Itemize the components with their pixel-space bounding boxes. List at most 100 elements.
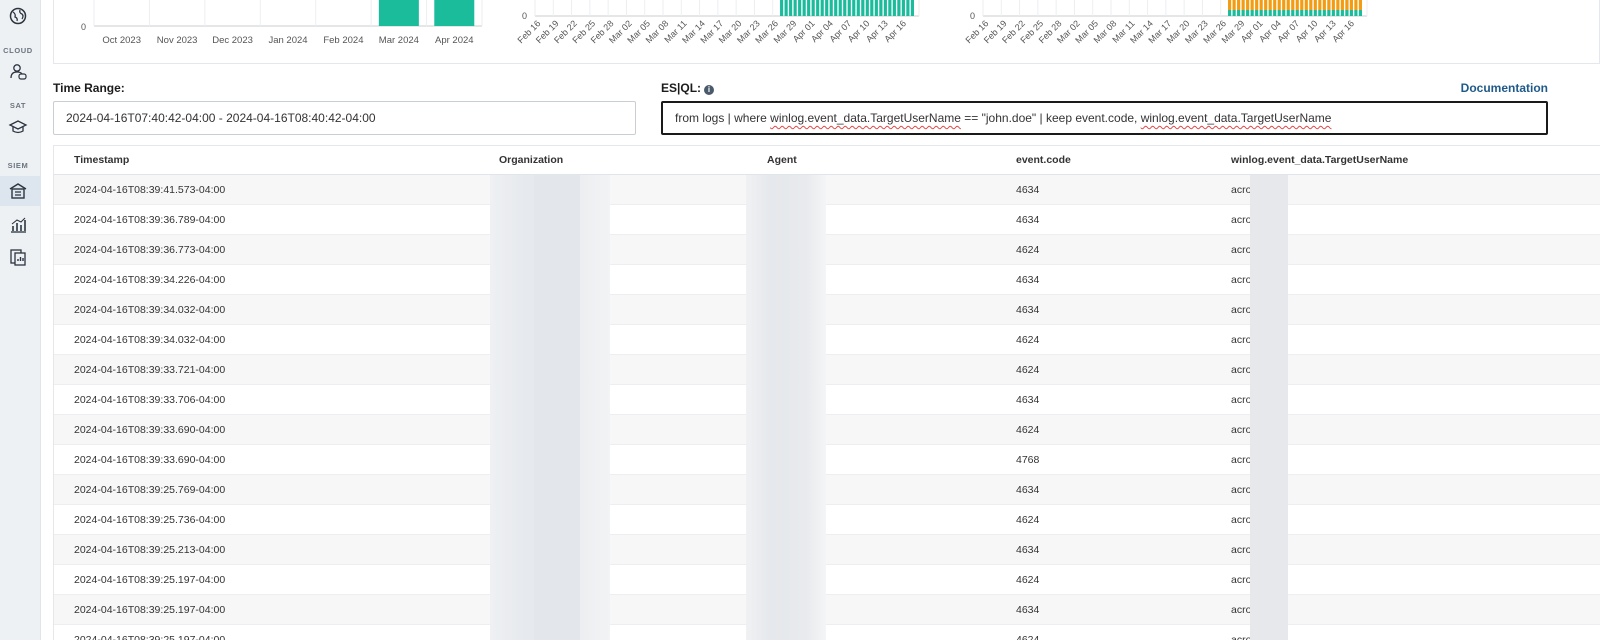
bar-segment — [1246, 0, 1250, 10]
column-header-event-code[interactable]: event.code — [1016, 154, 1071, 166]
cell-event-code: 4768 — [1016, 454, 1040, 466]
redacted-user — [1250, 205, 1288, 235]
redacted-agent — [746, 355, 826, 385]
redacted-organization-core — [534, 235, 580, 265]
chart-icon[interactable] — [7, 214, 29, 236]
redacted-organization-core — [534, 175, 580, 205]
cell-target-user: acro — [1231, 484, 1252, 496]
cell-event-code: 4634 — [1016, 544, 1040, 556]
bar-segment — [1318, 0, 1322, 10]
bar — [784, 0, 788, 16]
table-row[interactable]: 2024-04-16T08:39:36.773-04:00 4624 acro — [54, 235, 1600, 265]
reports-icon[interactable] — [7, 246, 29, 268]
building-icon[interactable] — [7, 180, 29, 202]
bar — [798, 0, 802, 16]
cell-timestamp: 2024-04-16T08:39:34.032-04:00 — [74, 334, 226, 346]
x-tick-label: Oct 2023 — [102, 35, 141, 46]
redacted-user — [1250, 535, 1288, 565]
cell-target-user: acro — [1231, 514, 1252, 526]
bar — [811, 0, 815, 16]
bar — [793, 0, 797, 16]
bar-segment — [1273, 0, 1277, 10]
table-row[interactable]: 2024-04-16T08:39:36.789-04:00 4634 acro — [54, 205, 1600, 235]
bar — [865, 0, 869, 16]
redacted-organization-core — [534, 385, 580, 415]
column-header-agent[interactable]: Agent — [767, 154, 797, 166]
charts-strip: 0 Oct 2023 Nov 2023 Dec 2023 Jan 2024 Feb 202… — [53, 0, 1600, 64]
redacted-organization-core — [534, 355, 580, 385]
cell-target-user: acro — [1231, 394, 1252, 406]
bar-segment — [1277, 10, 1281, 16]
table-row[interactable]: 2024-04-16T08:39:41.573-04:00 4634 acro — [54, 175, 1600, 205]
table-row[interactable]: 2024-04-16T08:39:25.197-04:00 4634 acro — [54, 595, 1600, 625]
bar-segment — [1259, 0, 1263, 10]
redacted-agent — [746, 175, 826, 205]
table-row[interactable]: 2024-04-16T08:39:33.690-04:00 4624 acro — [54, 415, 1600, 445]
x-tick-label: Nov 2023 — [157, 35, 198, 46]
bar-segment — [1255, 10, 1259, 16]
redacted-agent — [746, 565, 826, 595]
bar-segment — [1291, 0, 1295, 10]
bar-segment — [1241, 0, 1245, 10]
column-header-target-user-name[interactable]: winlog.event_data.TargetUserName — [1231, 154, 1408, 166]
cell-event-code: 4634 — [1016, 304, 1040, 316]
table-row[interactable]: 2024-04-16T08:39:25.769-04:00 4634 acro — [54, 475, 1600, 505]
cell-target-user: acro — [1231, 244, 1252, 256]
table-row[interactable]: 2024-04-16T08:39:33.690-04:00 4768 acro — [54, 445, 1600, 475]
cell-target-user: acro — [1231, 274, 1252, 286]
cell-target-user: acro — [1231, 214, 1252, 226]
cell-timestamp: 2024-04-16T08:39:25.769-04:00 — [74, 484, 226, 496]
table-row[interactable]: 2024-04-16T08:39:33.706-04:00 4634 acro — [54, 385, 1600, 415]
daily-events-by-type-chart: 0Feb 16Feb 19Feb 22Feb 25Feb 28Mar 02Mar… — [964, 0, 1368, 45]
info-icon[interactable]: i — [704, 85, 715, 95]
table-row[interactable]: 2024-04-16T08:39:25.197-04:00 4624 acro — [54, 625, 1600, 640]
column-header-organization[interactable]: Organization — [499, 154, 563, 166]
query-part-3: == "john.doe" | keep event.code, — [960, 111, 1141, 125]
bar-segment — [1237, 0, 1241, 10]
redacted-user — [1250, 265, 1288, 295]
cell-event-code: 4634 — [1016, 484, 1040, 496]
cloud-users-icon[interactable] — [7, 60, 29, 82]
bar-segment — [1304, 10, 1308, 16]
table-row[interactable]: 2024-04-16T08:39:34.032-04:00 4624 acro — [54, 325, 1600, 355]
globe-icon[interactable] — [7, 5, 29, 27]
sidebar-section-siem: SIEM — [7, 161, 29, 170]
y-tick-label: 0 — [522, 11, 527, 21]
redacted-user — [1250, 595, 1288, 625]
table-row[interactable]: 2024-04-16T08:39:25.197-04:00 4624 acro — [54, 565, 1600, 595]
bar — [906, 0, 910, 16]
bar-segment — [1228, 0, 1232, 10]
redacted-user — [1250, 505, 1288, 535]
bar — [888, 0, 892, 16]
cell-timestamp: 2024-04-16T08:39:33.721-04:00 — [74, 364, 226, 376]
table-row[interactable]: 2024-04-16T08:39:33.721-04:00 4624 acro — [54, 355, 1600, 385]
table-row[interactable]: 2024-04-16T08:39:25.736-04:00 4624 acro — [54, 505, 1600, 535]
esql-query-input[interactable]: from logs | where winlog.event_data.Targ… — [661, 101, 1548, 135]
bar — [892, 0, 896, 16]
cell-event-code: 4624 — [1016, 424, 1040, 436]
table-row[interactable]: 2024-04-16T08:39:34.226-04:00 4634 acro — [54, 265, 1600, 295]
bar-segment — [1282, 10, 1286, 16]
bar — [847, 0, 851, 16]
cell-target-user: acro — [1231, 184, 1252, 196]
column-header-timestamp[interactable]: Timestamp — [74, 154, 129, 166]
cell-timestamp: 2024-04-16T08:39:25.197-04:00 — [74, 634, 226, 640]
documentation-link[interactable]: Documentation — [1461, 81, 1548, 95]
bar-segment — [1255, 0, 1259, 10]
table-row[interactable]: 2024-04-16T08:39:34.032-04:00 4634 acro — [54, 295, 1600, 325]
table-row[interactable]: 2024-04-16T08:39:25.213-04:00 4634 acro — [54, 535, 1600, 565]
bar-segment — [1340, 10, 1344, 16]
redacted-agent — [746, 475, 826, 505]
cell-event-code: 4634 — [1016, 604, 1040, 616]
time-range-input[interactable]: 2024-04-16T07:40:42-04:00 - 2024-04-16T0… — [53, 101, 636, 135]
bar — [434, 0, 475, 26]
bar-segment — [1327, 10, 1331, 16]
cell-event-code: 4624 — [1016, 514, 1040, 526]
bar-segment — [1286, 10, 1290, 16]
sidebar: CLOUD SAT SIEM — [0, 0, 41, 640]
bar-segment — [1313, 0, 1317, 10]
graduation-cap-icon[interactable] — [7, 116, 29, 138]
redacted-user — [1250, 325, 1288, 355]
bar — [825, 0, 829, 16]
time-range-value: 2024-04-16T07:40:42-04:00 - 2024-04-16T0… — [66, 111, 376, 125]
